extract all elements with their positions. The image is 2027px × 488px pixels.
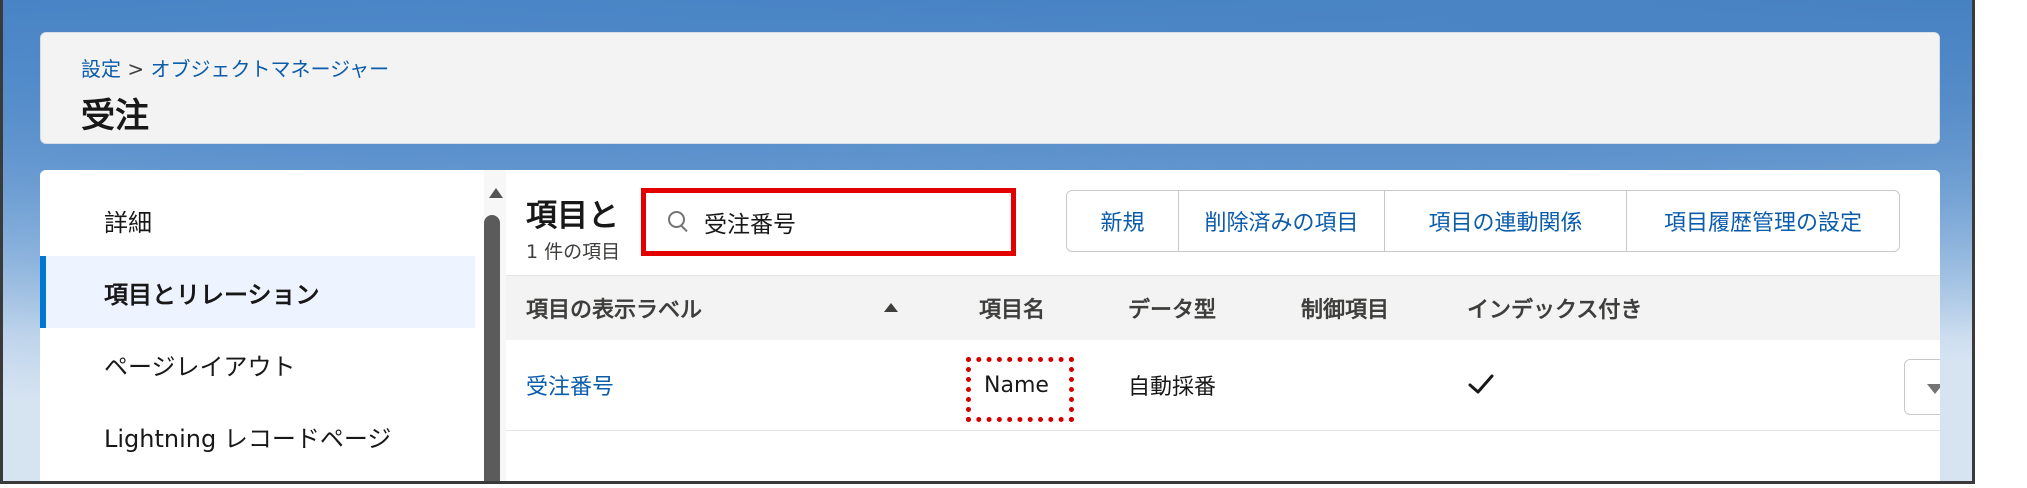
column-header-field-label[interactable]: 項目の表示ラベル [526, 276, 702, 340]
field-data-type: 自動採番 [1128, 375, 1217, 400]
column-header-controlling-field[interactable]: 制御項目 [1301, 276, 1389, 340]
row-actions-menu-button[interactable] [1904, 359, 1940, 415]
search-input[interactable]: 受注番号 [704, 205, 796, 239]
sidebar-item-label: 項目とリレーション [104, 280, 320, 309]
deleted-fields-button[interactable]: 削除済みの項目 [1179, 191, 1385, 251]
breadcrumb-setup-link[interactable]: 設定 [81, 57, 121, 81]
table-header: 項目の表示ラベル 項目名 データ型 制御項目 インデックス付き [506, 275, 1940, 341]
breadcrumb-separator: > [127, 57, 145, 81]
sidebar-item-label: Lightning レコードページ [104, 424, 392, 453]
column-header-indexed[interactable]: インデックス付き [1467, 276, 1642, 340]
sidebar-item-details[interactable]: 詳細 [40, 184, 475, 256]
sort-ascending-icon[interactable] [884, 303, 898, 312]
highlight-box [966, 357, 1074, 422]
content-panel: 詳細 項目とリレーション ページレイアウト Lightning レコードページ … [40, 170, 1940, 481]
page-header: 設定 > オブジェクトマネージャー 受注 [40, 32, 1940, 144]
field-label-link[interactable]: 受注番号 [526, 340, 614, 430]
sidebar-item-fields-relationships[interactable]: 項目とリレーション [40, 256, 475, 328]
page-title: 受注 [81, 96, 149, 136]
sidebar-item-page-layouts[interactable]: ページレイアウト [40, 328, 475, 400]
item-count: 1 件の項目 [526, 241, 621, 263]
sidebar-item-label: 詳細 [104, 208, 152, 237]
field-dependencies-button[interactable]: 項目の連動関係 [1385, 191, 1627, 251]
section-title: 項目と [526, 198, 619, 234]
column-header-data-type[interactable]: データ型 [1128, 276, 1216, 340]
sidebar: 詳細 項目とリレーション ページレイアウト Lightning レコードページ [40, 170, 484, 481]
field-history-tracking-button[interactable]: 項目履歴管理の設定 [1627, 191, 1899, 251]
breadcrumb: 設定 > オブジェクトマネージャー [81, 53, 389, 82]
new-button[interactable]: 新規 [1067, 191, 1179, 251]
table-row: 受注番号 Name 自動採番 [506, 340, 1940, 431]
breadcrumb-object-manager-link[interactable]: オブジェクトマネージャー [150, 57, 389, 81]
chevron-down-icon [1927, 384, 1940, 394]
sidebar-item-lightning-record-pages[interactable]: Lightning レコードページ [40, 400, 475, 472]
scroll-up-arrow-icon[interactable] [489, 188, 503, 198]
app-window: 設定 > オブジェクトマネージャー 受注 詳細 項目とリレーション ページレイア… [0, 0, 1975, 484]
quick-find-search[interactable]: 受注番号 [641, 188, 1016, 256]
sidebar-scrollbar-thumb[interactable] [484, 215, 500, 481]
main-content: 項目と 1 件の項目 受注番号 新規 削除済みの項目 項目の連動関係 項目履歴管… [506, 170, 1940, 481]
sidebar-item-label: ページレイアウト [104, 352, 296, 381]
action-button-group: 新規 削除済みの項目 項目の連動関係 項目履歴管理の設定 [1066, 190, 1900, 252]
checkmark-icon [1468, 374, 1494, 394]
search-icon [668, 211, 690, 233]
column-header-field-name[interactable]: 項目名 [979, 276, 1045, 340]
